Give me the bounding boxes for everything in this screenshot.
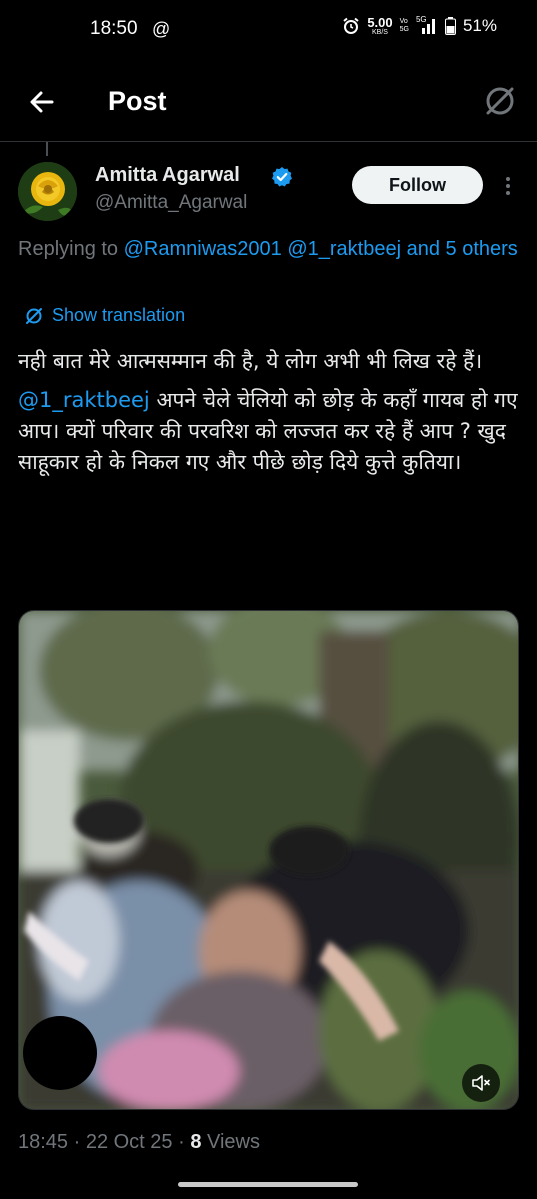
status-indicators: 5.00 KB/S Vo 5G 5G 51%	[342, 15, 497, 36]
tweet-timestamp[interactable]: 18:45 · 22 Oct 25 ·	[18, 1131, 190, 1153]
video-frame	[19, 611, 518, 1109]
video-player[interactable]	[18, 610, 519, 1110]
follow-button[interactable]: Follow	[352, 166, 483, 204]
thread-connector	[46, 142, 48, 156]
volte-indicator: Vo 5G	[399, 18, 409, 33]
author-name[interactable]: Amitta Agarwal	[95, 164, 240, 187]
battery-percent: 51%	[462, 16, 497, 35]
show-translation-label: Show translation	[52, 305, 186, 325]
translate-icon[interactable]	[483, 84, 517, 118]
replying-mentions-link[interactable]: @Ramniwas2001 @1_raktbeej and 5 others	[124, 238, 518, 260]
replying-prefix: Replying to	[18, 238, 119, 260]
video-play-overlay[interactable]	[23, 1016, 97, 1090]
mention-link[interactable]: @1_raktbeej	[18, 388, 150, 412]
tweet-text-paragraph: @1_raktbeej अपने चेले चेलियो को छोड़ के …	[18, 385, 523, 478]
arrow-left-icon[interactable]	[26, 86, 58, 118]
tweet-meta: 18:45 · 22 Oct 25 · 8 Views	[18, 1131, 260, 1154]
show-translation-button[interactable]: Show translation	[24, 305, 185, 326]
views-count: 8	[190, 1131, 202, 1153]
author-handle[interactable]: @Amitta_Agarwal	[95, 192, 247, 214]
network-speed: 5.00 KB/S	[367, 15, 393, 36]
views-label: Views	[201, 1131, 260, 1153]
more-vertical-icon[interactable]	[498, 174, 518, 198]
replying-to: Replying to @Ramniwas2001 @1_raktbeej an…	[18, 234, 518, 264]
home-indicator[interactable]	[178, 1182, 358, 1187]
status-time: 18:50	[90, 18, 138, 39]
status-bar: 18:50 @ 5.00 KB/S Vo 5G 5G 51%	[0, 0, 537, 62]
rose-image	[18, 162, 77, 221]
translate-icon	[26, 307, 42, 324]
volume-muted-icon[interactable]	[462, 1064, 500, 1102]
page-title: Post	[108, 86, 167, 116]
avatar[interactable]	[18, 162, 77, 221]
battery-icon	[444, 17, 456, 35]
status-at-icon: @	[152, 19, 171, 39]
tweet-text: नही बात मेरे आत्मसम्मान की है, ये लोग अभ…	[18, 346, 523, 486]
top-app-bar: Post	[0, 62, 537, 142]
verified-badge-icon	[272, 167, 292, 187]
signal-icon: 5G	[416, 15, 438, 35]
tweet-text-line: नही बात मेरे आत्मसम्मान की है, ये लोग अभ…	[18, 349, 483, 373]
alarm-icon	[343, 17, 359, 34]
